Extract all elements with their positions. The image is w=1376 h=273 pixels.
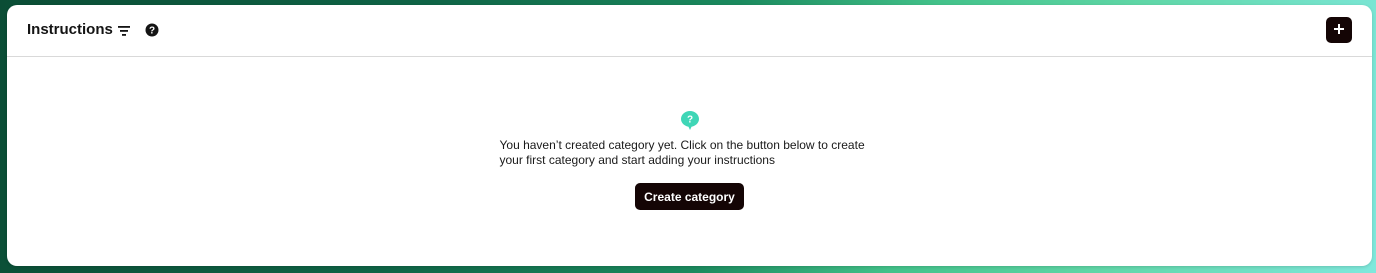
create-category-button[interactable]: Create category: [635, 183, 744, 210]
add-button[interactable]: [1326, 17, 1352, 43]
instructions-panel: Instructions ? ? You haven’t created cat…: [7, 5, 1372, 266]
filter-icon[interactable]: [117, 24, 131, 38]
plus-icon: [1333, 23, 1345, 38]
empty-state-message: You haven’t created category yet. Click …: [499, 138, 865, 167]
empty-state: ? You haven’t created category yet. Clic…: [7, 109, 1372, 210]
svg-text:?: ?: [149, 26, 155, 37]
svg-text:?: ?: [686, 115, 692, 126]
page-title: Instructions: [27, 21, 113, 38]
panel-header: Instructions ?: [7, 5, 1372, 57]
help-circle-icon[interactable]: ?: [145, 23, 159, 37]
question-chat-bubble-icon: ?: [679, 109, 701, 131]
